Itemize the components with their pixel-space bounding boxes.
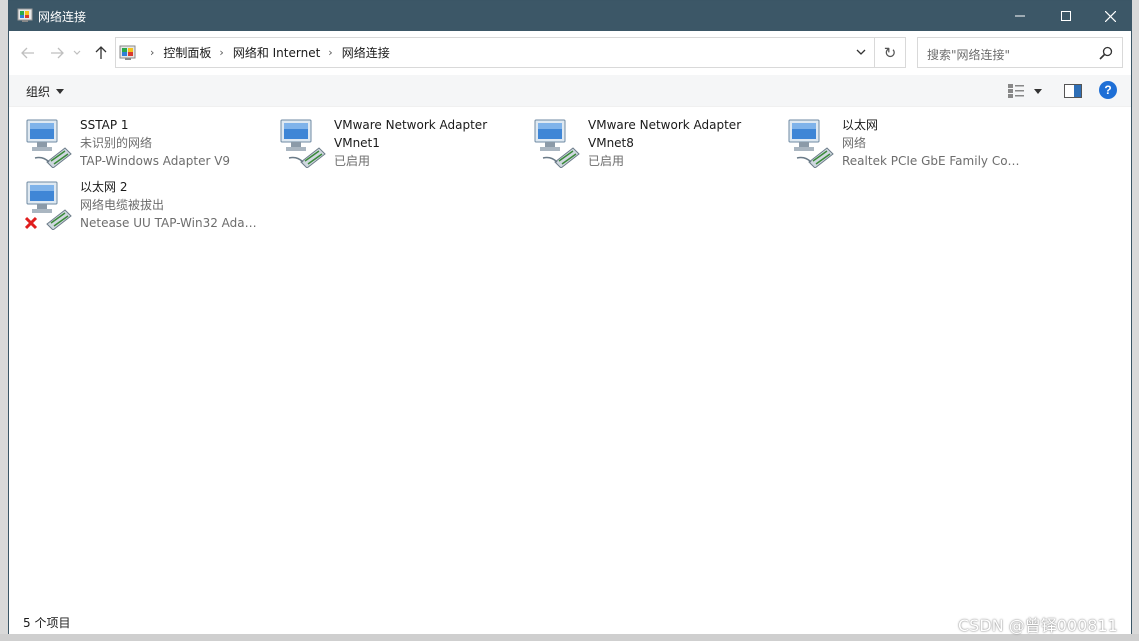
address-row: › 控制面板 › 网络和 Internet › 网络连接 ↻ 搜索"网络连接" <box>9 31 1131 75</box>
explorer-window: 网络连接 › 控制面板 › 网络和 Internet › 网络连接 ↻ 搜索"网… <box>8 0 1132 634</box>
chevron-right-icon[interactable]: › <box>328 46 332 59</box>
crumb-control-panel[interactable]: 控制面板 <box>163 44 211 61</box>
connection-item[interactable]: SSTAP 1 未识别的网络 TAP-Windows Adapter V9 <box>9 108 263 169</box>
control-panel-icon <box>119 44 137 62</box>
search-icon[interactable] <box>1099 46 1113 60</box>
search-input[interactable]: 搜索"网络连接" <box>927 46 1010 63</box>
chevron-down-icon <box>856 49 866 55</box>
crumb-network-internet[interactable]: 网络和 Internet <box>233 44 320 61</box>
connection-item[interactable]: VMware Network Adapter VMnet8 已启用 <box>517 108 771 169</box>
search-box[interactable]: 搜索"网络连接" <box>917 37 1123 68</box>
connection-status: VMnet8 <box>588 136 634 150</box>
network-adapter-disconnected-icon <box>24 178 77 231</box>
address-bar[interactable]: › 控制面板 › 网络和 Internet › 网络连接 <box>115 37 875 68</box>
network-connections-icon <box>17 8 33 24</box>
connection-item[interactable]: VMware Network Adapter VMnet1 已启用 <box>263 108 517 169</box>
connection-name: VMware Network Adapter <box>334 118 488 132</box>
title-bar[interactable]: 网络连接 <box>9 1 1131 31</box>
connection-status: 未识别的网络 <box>80 136 153 150</box>
connection-status: VMnet1 <box>334 136 380 150</box>
connection-device: 已启用 <box>334 154 371 168</box>
chevron-right-icon[interactable]: › <box>219 46 223 59</box>
connection-device: TAP-Windows Adapter V9 <box>80 154 231 168</box>
connection-text: VMware Network Adapter VMnet8 已启用 <box>588 116 770 170</box>
arrow-up-icon <box>95 46 107 59</box>
connection-text: VMware Network Adapter VMnet1 已启用 <box>334 116 516 170</box>
connection-name: VMware Network Adapter <box>588 118 742 132</box>
preview-pane-icon <box>1064 84 1082 98</box>
caret-down-icon <box>1034 88 1042 94</box>
watermark: CSDN @曾铎000811 <box>958 616 1118 635</box>
window-title: 网络连接 <box>38 10 87 24</box>
caret-down-icon <box>56 89 65 94</box>
back-button[interactable] <box>17 42 39 64</box>
network-adapter-icon <box>25 116 77 169</box>
recent-locations-button[interactable] <box>70 42 84 64</box>
connection-text: 以太网 2 网络电缆被拔出 Netease UU TAP-Win32 Adapt… <box>80 178 262 232</box>
arrow-left-icon <box>21 47 34 59</box>
preview-pane-button[interactable] <box>1064 83 1082 99</box>
maximize-button[interactable] <box>1043 1 1089 31</box>
minimize-button[interactable] <box>997 1 1043 31</box>
network-adapter-icon <box>533 116 585 169</box>
breadcrumb: › 控制面板 › 网络和 Internet › 网络连接 <box>142 38 390 67</box>
minimize-icon <box>1015 15 1025 17</box>
address-history-button[interactable] <box>854 45 868 59</box>
close-button[interactable] <box>1087 1 1133 31</box>
connection-name: 以太网 <box>842 118 879 132</box>
maximize-icon <box>1061 11 1071 21</box>
chevron-right-icon[interactable]: › <box>150 46 154 59</box>
connection-text: 以太网 网络 Realtek PCIe GbE Family Contr... <box>842 116 1024 170</box>
connection-name: SSTAP 1 <box>80 118 129 132</box>
network-adapter-icon <box>787 116 839 169</box>
connection-text: SSTAP 1 未识别的网络 TAP-Windows Adapter V9 <box>80 116 262 170</box>
connection-name: 以太网 2 <box>80 180 128 194</box>
view-options-icon <box>1008 84 1024 98</box>
organize-menu[interactable]: 组织 <box>26 83 65 100</box>
connection-device: 已启用 <box>588 154 625 168</box>
forward-button[interactable] <box>46 42 68 64</box>
connection-status: 网络电缆被拔出 <box>80 198 165 212</box>
refresh-button[interactable]: ↻ <box>875 37 906 68</box>
item-count: 5 个项目 <box>23 616 71 630</box>
connections-list: SSTAP 1 未识别的网络 TAP-Windows Adapter V9 VM… <box>9 108 1131 608</box>
command-bar: 组织 ? <box>9 75 1131 107</box>
chevron-down-icon <box>73 50 81 55</box>
crumb-network-connections[interactable]: 网络连接 <box>342 44 390 61</box>
network-adapter-icon <box>279 116 331 169</box>
connection-device: Netease UU TAP-Win32 Adapt... <box>80 216 262 230</box>
close-icon <box>1104 10 1116 22</box>
arrow-right-icon <box>51 47 64 59</box>
help-button[interactable]: ? <box>1099 81 1117 99</box>
organize-label: 组织 <box>26 85 51 99</box>
change-view-button[interactable] <box>1008 82 1048 100</box>
connection-status: 网络 <box>842 136 867 150</box>
connection-device: Realtek PCIe GbE Family Contr... <box>842 154 1024 168</box>
connection-item[interactable]: 以太网 网络 Realtek PCIe GbE Family Contr... <box>771 108 1025 169</box>
refresh-icon: ↻ <box>883 43 897 62</box>
connection-item[interactable]: 以太网 2 网络电缆被拔出 Netease UU TAP-Win32 Adapt… <box>9 170 263 231</box>
up-button[interactable] <box>90 42 112 64</box>
